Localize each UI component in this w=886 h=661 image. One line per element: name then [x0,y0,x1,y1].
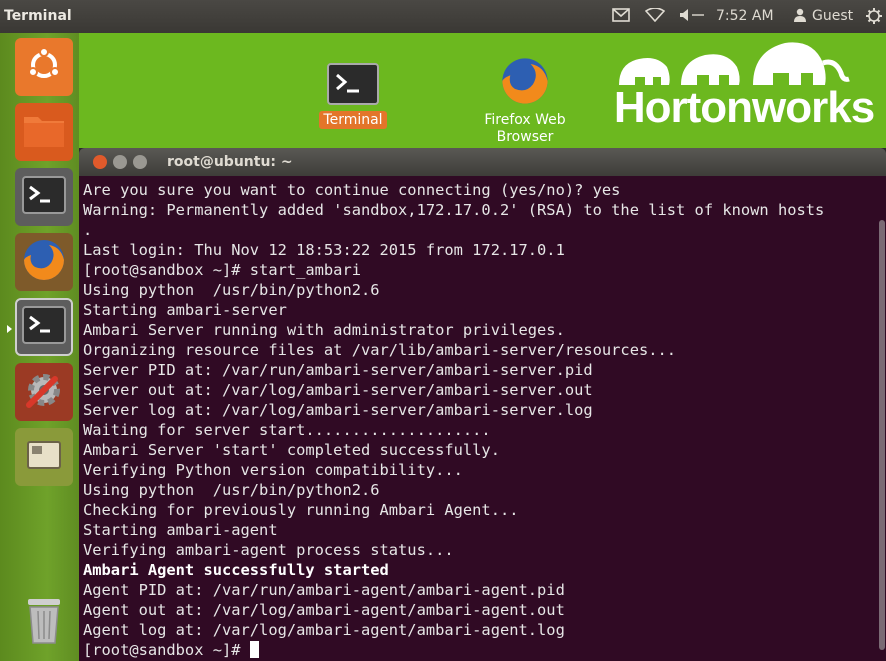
terminal-icon [22,306,66,348]
terminal-line: Ambari Agent successfully started [83,561,389,579]
settings-gear-icon [21,367,67,417]
desktop-firefox-launcher[interactable]: Firefox Web Browser [475,55,575,145]
minimize-icon[interactable] [113,155,127,169]
terminal-line: Agent out at: /var/log/ambari-agent/amba… [83,601,565,619]
system-settings-button[interactable] [15,363,73,421]
trash-icon [24,595,64,649]
elephant-herd-icon [619,42,850,85]
terminal-line: Waiting for server start................… [83,421,491,439]
terminal-line: Last login: Thu Nov 12 18:53:22 2015 fro… [83,241,565,259]
terminal-line: Using python /usr/bin/python2.6 [83,481,380,499]
trash-button[interactable] [15,593,73,651]
workspace-switcher-button[interactable] [15,428,73,486]
desktop-terminal-launcher[interactable]: Terminal [317,63,389,129]
terminal-line: Server PID at: /var/run/ambari-server/am… [83,361,593,379]
terminal-active-launcher-button[interactable] [7,298,73,356]
active-app-title: Terminal [4,8,72,24]
top-panel: Terminal 7:52 AM Guest [0,0,886,33]
terminal-prompt-line[interactable]: [root@sandbox ~]# [83,640,886,660]
power-icon[interactable] [866,8,882,28]
terminal-line: [root@sandbox ~]# start_ambari [83,261,361,279]
terminal-line: Verifying ambari-agent process status... [83,541,454,559]
folder-icon [22,111,66,153]
terminal-line: Starting ambari-server [83,301,287,319]
scrollbar-thumb[interactable] [879,220,885,650]
terminal-line: Server out at: /var/log/ambari-server/am… [83,381,593,399]
terminal-line: Agent log at: /var/log/ambari-agent/amba… [83,621,565,639]
desktop-icon-label: Firefox Web [484,112,566,128]
volume-icon[interactable] [678,8,706,26]
close-icon[interactable] [93,155,107,169]
terminal-output[interactable]: Are you sure you want to continue connec… [79,176,886,661]
clock[interactable]: 7:52 AM [716,8,774,24]
user-name[interactable]: Guest [812,8,853,24]
terminal-launcher-button[interactable] [15,168,73,226]
window-title: root@ubuntu: ~ [167,154,293,170]
dash-home-button[interactable] [15,38,73,96]
terminal-line: . [83,221,93,239]
terminal-line: Using python /usr/bin/python2.6 [83,281,380,299]
ubuntu-logo-icon [26,47,62,87]
terminal-line: Ambari Server running with administrator… [83,321,565,339]
wifi-icon[interactable] [644,7,666,26]
maximize-icon[interactable] [133,155,147,169]
launcher [0,33,79,661]
terminal-line: Server log at: /var/log/ambari-server/am… [83,401,593,419]
firefox-icon [21,237,67,287]
hortonworks-wordmark: Hortonworks [613,83,875,132]
hortonworks-logo: Hortonworks [609,33,879,138]
desktop-icon-label: Terminal [319,111,387,129]
terminal-line: Starting ambari-agent [83,521,278,539]
terminal-prompt: [root@sandbox ~]# [83,641,250,659]
terminal-window: root@ubuntu: ~ Are you sure you want to … [79,148,886,661]
terminal-line: Warning: Permanently added 'sandbox,172.… [83,201,825,219]
terminal-icon [327,63,379,109]
desktop: Terminal Firefox Web Browser Hortonworks [79,33,886,148]
files-button[interactable] [15,103,73,161]
text-cursor [249,641,259,658]
terminal-line: Organizing resource files at /var/lib/am… [83,341,677,359]
desktop-icon-label: Browser [496,129,554,145]
firefox-launcher-button[interactable] [15,233,73,291]
terminal-line: Checking for previously running Ambari A… [83,501,519,519]
mail-icon[interactable] [612,8,630,26]
terminal-line: Agent PID at: /var/run/ambari-agent/amba… [83,581,565,599]
window-titlebar[interactable]: root@ubuntu: ~ [79,148,886,176]
terminal-icon [22,176,66,218]
person-icon[interactable] [794,8,806,26]
workspace-icon [26,440,62,474]
scrollbar[interactable] [879,180,885,658]
terminal-line: Are you sure you want to continue connec… [83,181,621,199]
terminal-line: Ambari Server 'start' completed successf… [83,441,500,459]
firefox-icon [499,55,551,111]
terminal-line: Verifying Python version compatibility..… [83,461,463,479]
